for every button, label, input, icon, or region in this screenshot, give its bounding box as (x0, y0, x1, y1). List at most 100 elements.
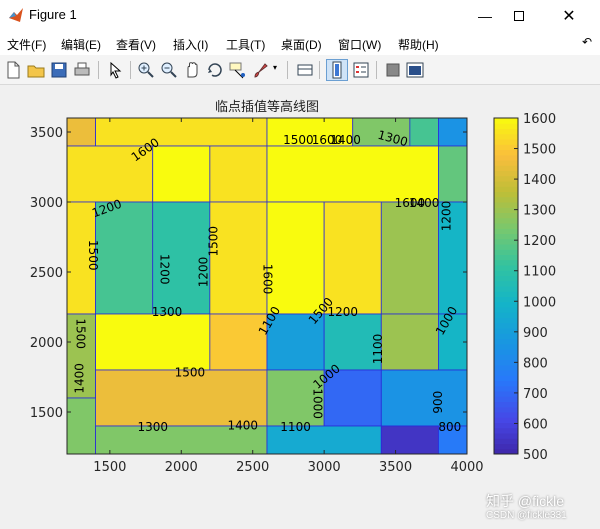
print-icon[interactable] (72, 60, 92, 80)
dock-arrow-icon[interactable]: ↶ (582, 35, 592, 49)
colorbar-tick-label: 900 (523, 326, 548, 341)
menu-file[interactable]: 文件(F) (7, 36, 46, 53)
colorbar-toggle-icon[interactable] (326, 59, 348, 81)
contour-region (409, 117, 439, 147)
colorbar-segment (494, 401, 518, 408)
colorbar-tick-label: 700 (523, 387, 548, 402)
colorbar-segment (494, 291, 518, 297)
maximize-button[interactable] (496, 0, 542, 31)
colorbar-segment (494, 307, 518, 313)
brush-dropdown-icon[interactable]: ▾ (273, 63, 277, 72)
contour-label: 1300 (137, 420, 168, 434)
save-icon[interactable] (49, 60, 69, 80)
colorbar-segment (494, 312, 518, 318)
contour-label: 1300 (152, 305, 183, 319)
close-button[interactable]: ✕ (546, 0, 592, 31)
colorbar-segment (494, 133, 518, 140)
contour-label: 800 (438, 420, 461, 434)
colorbar-tick-label: 1100 (523, 265, 556, 280)
pan-icon[interactable] (182, 60, 202, 80)
data-cursor-icon[interactable] (228, 60, 248, 80)
legend-icon[interactable] (351, 60, 371, 80)
y-tick-label: 1500 (30, 406, 63, 421)
contour-region (95, 201, 154, 315)
colorbar-segment (494, 380, 518, 387)
contour-label: 1400 (330, 133, 361, 147)
colorbar-segment (494, 238, 518, 245)
contour-region (66, 117, 96, 147)
link-plot-icon[interactable] (295, 60, 315, 80)
menu-desktop[interactable]: 桌面(D) (281, 36, 322, 53)
colorbar-segment (494, 196, 518, 203)
colorbar-segment (494, 202, 518, 208)
colorbar-segment (494, 223, 518, 229)
colorbar-tick-label: 1300 (523, 204, 556, 219)
zoom-out-icon[interactable] (159, 60, 179, 80)
colorbar-segment (494, 280, 518, 287)
colorbar-segment (494, 343, 518, 350)
colorbar-segment (494, 186, 518, 192)
hide-plot-tools-icon[interactable] (383, 60, 403, 80)
colorbar-segment (494, 354, 518, 360)
pointer-icon[interactable] (105, 60, 125, 80)
colorbar-segment (494, 349, 518, 355)
colorbar-segment (494, 170, 518, 177)
contour-label: 1200 (440, 201, 454, 232)
contour-region (380, 201, 439, 315)
colorbar-tick-label: 1000 (523, 295, 556, 310)
menu-view[interactable]: 查看(V) (116, 36, 156, 53)
colorbar-segment (494, 128, 518, 135)
window-title: Figure 1 (29, 7, 77, 22)
colorbar-segment (494, 123, 518, 129)
colorbar-segment (494, 443, 518, 450)
colorbar-segment (494, 438, 518, 444)
colorbar-tick-label: 1500 (523, 143, 556, 158)
brush-icon[interactable] (251, 60, 271, 80)
x-tick-label: 3000 (308, 460, 341, 475)
new-figure-icon[interactable] (3, 60, 23, 80)
colorbar-segment (494, 391, 518, 397)
y-tick-label: 2000 (30, 336, 63, 351)
rotate-3d-icon[interactable] (205, 60, 225, 80)
show-plot-tools-icon[interactable] (405, 60, 425, 80)
colorbar-segment (494, 228, 518, 234)
menu-tools[interactable]: 工具(T) (226, 36, 265, 53)
colorbar-segment (494, 154, 518, 161)
menu-window[interactable]: 窗口(W) (338, 36, 381, 53)
x-tick-label: 4000 (450, 460, 483, 475)
colorbar-segment (494, 244, 518, 250)
colorbar-segment (494, 254, 518, 261)
maximize-icon (514, 10, 524, 21)
colorbar-tick-label: 800 (523, 356, 548, 371)
contour-label: 1400 (227, 419, 258, 433)
contour-region (266, 201, 325, 315)
contour-label: 1400 (72, 363, 86, 394)
colorbar-segment (494, 165, 518, 171)
colorbar-segment (494, 144, 518, 150)
open-file-icon[interactable] (26, 60, 46, 80)
colorbar-segment (494, 191, 518, 198)
x-tick-label: 1500 (93, 460, 126, 475)
contour-label: 1200 (327, 305, 358, 319)
watermark-subtext: CSDN @fickle331 (486, 510, 567, 521)
x-tick-label: 2500 (236, 460, 269, 475)
contour-label: 1500 (175, 365, 206, 379)
contour-region (438, 145, 468, 203)
menu-help[interactable]: 帮助(H) (398, 36, 439, 53)
contour-label: 1200 (158, 254, 172, 285)
matlab-logo-icon (9, 8, 23, 22)
colorbar-segment (494, 259, 518, 266)
zoom-in-icon[interactable] (136, 60, 156, 80)
contour-label: 1000 (311, 388, 325, 419)
menu-insert[interactable]: 插入(I) (173, 36, 208, 53)
contour-label: 1500 (73, 318, 87, 349)
contour-region (380, 425, 439, 455)
colorbar-segment (494, 149, 518, 156)
contour-region (438, 117, 468, 147)
colorbar-segment (494, 433, 518, 439)
menu-edit[interactable]: 编辑(E) (61, 36, 101, 53)
figure-canvas: 临点插值等高线图 1600 1500 1600 1400 1300 1200 1600 140… (0, 86, 600, 529)
colorbar-segment (494, 275, 518, 282)
colorbar-tick-label: 500 (523, 448, 548, 463)
colorbar-segment (494, 417, 518, 423)
